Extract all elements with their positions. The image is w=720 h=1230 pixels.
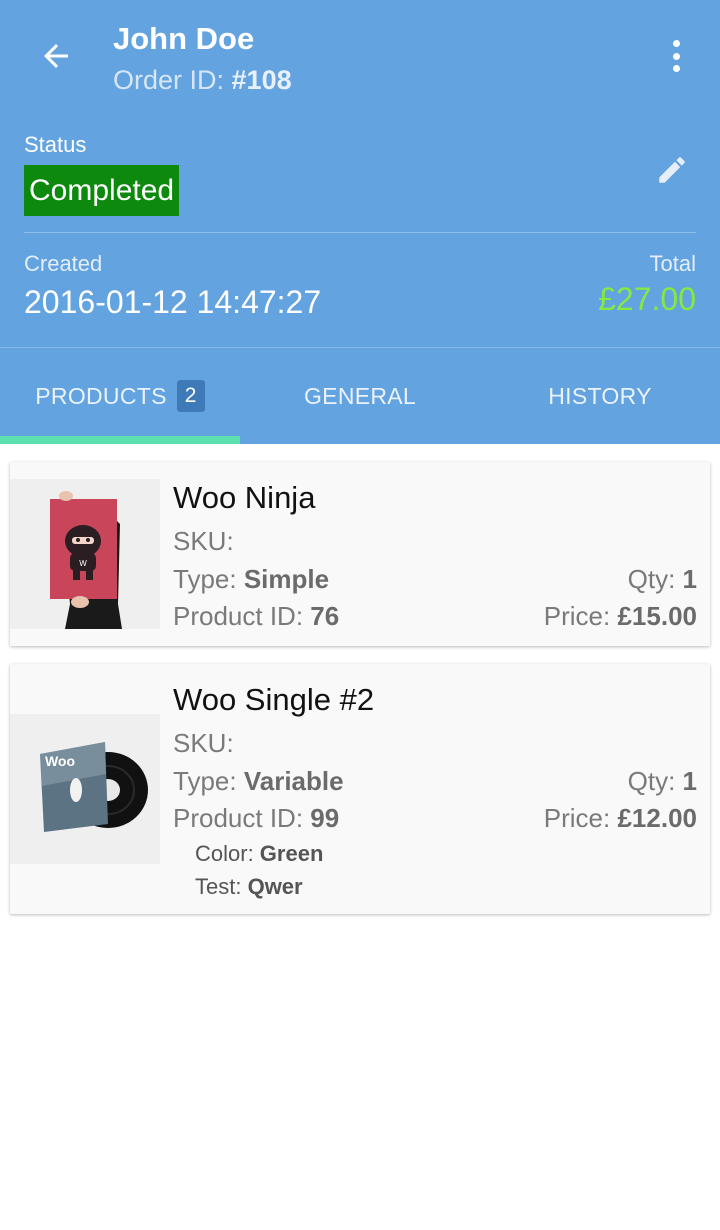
created-value: 2016-01-12 14:47:27 [24, 284, 322, 320]
product-sku-row: SKU: [173, 526, 697, 557]
sku-label: SKU: [173, 728, 234, 758]
svg-text:W: W [79, 559, 87, 568]
id-value: 76 [310, 601, 340, 631]
type-value: Simple [243, 564, 330, 594]
total-label: Total [649, 251, 696, 276]
product-card[interactable]: W Woo Ninja SKU: Type: Simple Qty: 1 Pro… [10, 462, 710, 646]
product-type: Type: Variable [173, 766, 344, 797]
order-header: John Doe Order ID: #108 Status Completed… [0, 0, 720, 444]
product-attribute-color: Color: Green [195, 841, 323, 867]
tab-products-label: PRODUCTS [35, 382, 167, 409]
product-card[interactable]: Woo Woo Single #2 SKU: Type: Variable Qt… [10, 664, 710, 914]
product-price: Price: £15.00 [544, 601, 697, 632]
tab-history-label: HISTORY [548, 382, 652, 409]
price-value: £15.00 [617, 601, 697, 631]
product-attribute-test: Test: Qwer [195, 874, 303, 900]
overflow-menu-button[interactable] [660, 34, 692, 78]
qty-label: Qty: [627, 564, 683, 594]
attr-value: Qwer [247, 874, 303, 899]
product-name: Woo Ninja [173, 480, 316, 515]
vinyl-cover-text: Woo [45, 753, 75, 769]
active-tab-indicator [0, 436, 240, 444]
tab-general[interactable]: GENERAL [240, 348, 480, 444]
ninja-poster-icon: W [10, 479, 160, 629]
attr-label: Test: [195, 874, 248, 899]
back-button[interactable] [30, 30, 82, 82]
header-divider [24, 232, 696, 233]
edit-status-button[interactable] [652, 150, 692, 190]
product-type: Type: Simple [173, 564, 329, 595]
qty-value: 1 [682, 564, 697, 594]
price-label: Price: [543, 601, 618, 631]
product-qty: Qty: 1 [628, 564, 697, 595]
price-label: Price: [543, 803, 618, 833]
customer-name: John Doe [113, 21, 255, 56]
arrow-back-icon [44, 44, 68, 68]
product-type-qty-row: Type: Simple Qty: 1 [173, 564, 697, 595]
status-badge: Completed [24, 165, 180, 216]
more-vert-icon-dot [672, 52, 680, 60]
tab-products[interactable]: PRODUCTS 2 [0, 348, 240, 444]
sku-label: SKU: [173, 526, 234, 556]
type-value: Variable [243, 766, 344, 796]
price-value: £12.00 [617, 803, 697, 833]
order-id-value: #108 [231, 65, 292, 95]
attr-label: Color: [195, 841, 260, 866]
more-vert-icon-dot [672, 65, 680, 72]
type-label: Type: [173, 766, 244, 796]
product-thumbnail: W [10, 479, 160, 629]
type-label: Type: [173, 564, 244, 594]
status-label: Status [24, 132, 87, 157]
order-id-label: Order ID: [113, 65, 232, 95]
id-value: 99 [310, 803, 340, 833]
product-type-qty-row: Type: Variable Qty: 1 [173, 766, 697, 797]
qty-value: 1 [682, 766, 697, 796]
product-id: Product ID: 76 [173, 601, 339, 632]
product-id-price-row: Product ID: 76 Price: £15.00 [173, 601, 697, 632]
product-sku-row: SKU: [173, 728, 697, 759]
product-qty: Qty: 1 [628, 766, 697, 797]
product-price: Price: £12.00 [544, 803, 697, 834]
product-thumbnail: Woo [10, 714, 160, 864]
pencil-icon [659, 157, 685, 183]
products-count-badge: 2 [176, 380, 205, 412]
total-value: £27.00 [598, 281, 696, 317]
order-id-line: Order ID: #108 [113, 58, 292, 102]
more-vert-icon [672, 40, 680, 47]
id-label: Product ID: [173, 601, 311, 631]
tab-history[interactable]: HISTORY [480, 348, 720, 444]
product-id-price-row: Product ID: 99 Price: £12.00 [173, 803, 697, 834]
title-block: John Doe Order ID: #108 [113, 20, 292, 102]
vinyl-record-icon: Woo [10, 714, 160, 864]
product-name: Woo Single #2 [173, 682, 375, 717]
product-id: Product ID: 99 [173, 803, 339, 834]
tab-general-label: GENERAL [303, 382, 417, 409]
qty-label: Qty: [627, 766, 683, 796]
attr-value: Green [259, 841, 324, 866]
created-label: Created [24, 251, 103, 276]
id-label: Product ID: [173, 803, 311, 833]
